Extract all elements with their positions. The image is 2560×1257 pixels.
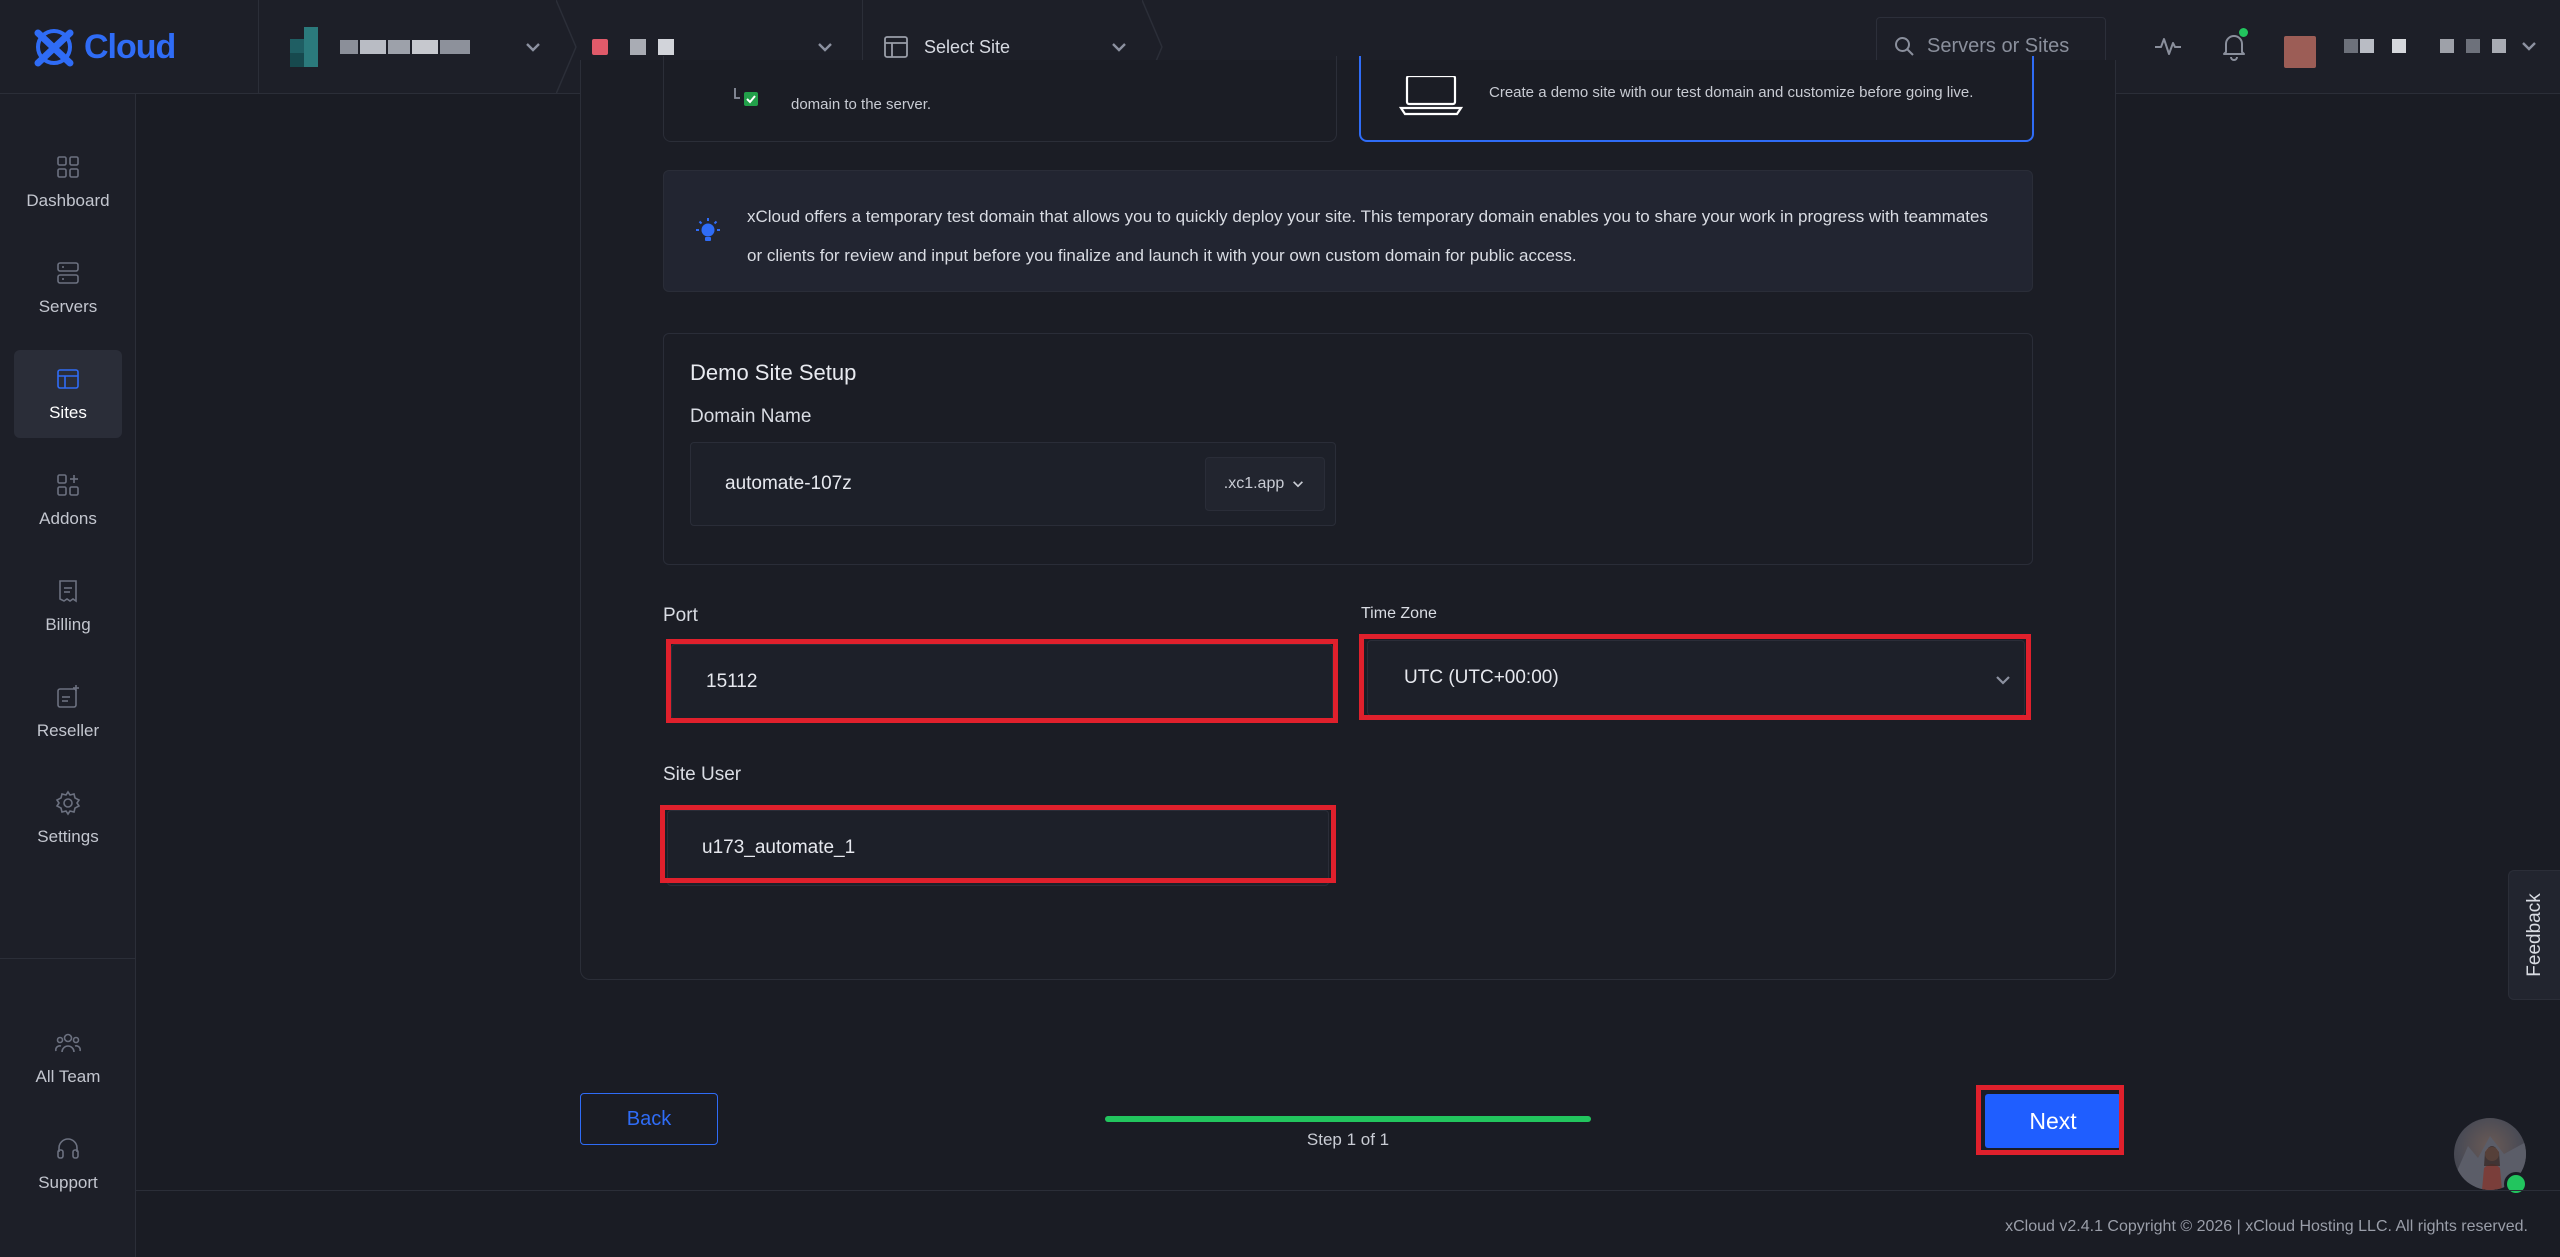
brand-name: Cloud xyxy=(84,27,176,66)
activity-pulse-icon xyxy=(2155,38,2181,55)
chevron-down-icon xyxy=(526,43,540,52)
demo-site-setup-section: Demo Site Setup Domain Name .xc1.app xyxy=(663,333,2033,565)
sidebar-item-all-team[interactable]: All Team xyxy=(14,1014,122,1102)
divider xyxy=(258,0,259,94)
sidebar-item-label: Support xyxy=(38,1173,98,1192)
chevron-down-icon xyxy=(2522,42,2536,51)
sidebar-item-addons[interactable]: Addons xyxy=(14,456,122,544)
back-button[interactable]: Back xyxy=(580,1093,718,1145)
chevron-down-icon xyxy=(1112,43,1126,52)
sidebar-item-label: Settings xyxy=(37,827,99,846)
time-zone-select[interactable]: UTC (UTC+00:00) xyxy=(1367,640,2025,716)
port-label: Port xyxy=(663,605,698,626)
domain-name-label: Domain Name xyxy=(690,406,812,427)
search-icon xyxy=(1895,37,1914,56)
sidebar-item-reseller[interactable]: Reseller xyxy=(14,668,122,756)
port-field xyxy=(671,644,1333,720)
server-selector[interactable] xyxy=(290,0,550,94)
dashboard-icon xyxy=(57,156,79,178)
team-icon xyxy=(55,1033,81,1053)
section-title: Demo Site Setup xyxy=(690,360,857,385)
progress-fill xyxy=(1105,1116,1591,1122)
sidebar-item-label: Servers xyxy=(38,297,98,316)
user-menu-redacted[interactable] xyxy=(2344,36,2540,56)
sidebar: Dashboard Servers Sites Addons Billing R… xyxy=(0,94,136,1257)
sidebar-item-label: Billing xyxy=(45,615,91,634)
option-card-demo-site[interactable]: Create a demo site with our test domain … xyxy=(1359,56,2034,142)
servers-icon xyxy=(57,262,79,284)
sidebar-item-label: Dashboard xyxy=(26,191,110,210)
copyright-text: xCloud v2.4.1 Copyright © 2026 | xCloud … xyxy=(2005,1218,2528,1235)
chevron-down-icon xyxy=(1996,676,2010,685)
addons-icon xyxy=(57,474,79,496)
site-user-label: Site User xyxy=(663,764,742,785)
sidebar-item-label: All Team xyxy=(35,1067,101,1086)
option-description: domain to the server. xyxy=(791,96,932,113)
tld-dropdown[interactable]: .xc1.app xyxy=(1205,457,1325,511)
gear-icon xyxy=(55,790,81,816)
domain-name-input[interactable] xyxy=(691,443,1191,525)
info-banner: xCloud offers a temporary test domain th… xyxy=(663,170,2033,292)
option-description: Create a demo site with our test domain … xyxy=(1489,84,1974,101)
activity-button[interactable] xyxy=(2152,30,2184,62)
sidebar-item-label: Sites xyxy=(49,403,87,422)
sidebar-item-sites[interactable]: Sites xyxy=(14,350,122,438)
sidebar-divider xyxy=(0,958,136,959)
xcloud-logo[interactable]: Cloud xyxy=(30,18,180,76)
site-user-field xyxy=(667,810,1329,886)
time-zone-label: Time Zone xyxy=(1361,605,1437,622)
server-name-redacted xyxy=(340,40,470,54)
domain-name-field: .xc1.app xyxy=(690,442,1336,526)
info-text: xCloud offers a temporary test domain th… xyxy=(747,207,1988,265)
time-zone-value: UTC (UTC+00:00) xyxy=(1404,667,1559,688)
user-avatar[interactable] xyxy=(2284,36,2316,68)
headset-icon xyxy=(57,1138,79,1159)
chevron-down-icon xyxy=(818,43,832,52)
notification-dot xyxy=(2239,28,2248,37)
tld-value: .xc1.app xyxy=(1223,475,1285,492)
site-user-input[interactable] xyxy=(668,811,1328,885)
sidebar-item-settings[interactable]: Settings xyxy=(14,774,122,862)
reseller-icon xyxy=(57,685,79,708)
sites-icon xyxy=(57,369,79,389)
search-input[interactable] xyxy=(1927,34,2107,58)
notifications-button[interactable] xyxy=(2218,28,2250,62)
server-icon xyxy=(290,27,322,67)
progress-bar xyxy=(1105,1116,1591,1122)
domain-check-icon xyxy=(734,88,758,106)
logo-icon xyxy=(34,29,74,67)
port-input[interactable] xyxy=(672,645,1332,719)
sidebar-item-support[interactable]: Support xyxy=(14,1120,122,1208)
step-indicator: Step 1 of 1 xyxy=(1306,1130,1390,1149)
sidebar-item-billing[interactable]: Billing xyxy=(14,562,122,650)
sidebar-item-label: Reseller xyxy=(36,721,100,740)
site-name-redacted xyxy=(630,39,674,55)
sidebar-item-label: Addons xyxy=(39,509,97,528)
sidebar-item-dashboard[interactable]: Dashboard xyxy=(14,138,122,226)
site-color-icon xyxy=(592,39,608,55)
select-site-label: Select Site xyxy=(924,36,1011,57)
chevron-down-icon xyxy=(1293,481,1304,488)
lightbulb-icon xyxy=(696,218,720,241)
sidebar-item-servers[interactable]: Servers xyxy=(14,244,122,332)
billing-icon xyxy=(59,580,77,603)
breadcrumb-separator xyxy=(556,0,577,94)
online-status-dot xyxy=(2504,1172,2528,1196)
footer-divider xyxy=(136,1190,2560,1191)
next-button[interactable]: Next xyxy=(1985,1094,2121,1148)
laptop-icon xyxy=(1399,76,1463,116)
feedback-label: Feedback xyxy=(2523,893,2545,977)
feedback-tab[interactable]: Feedback xyxy=(2508,870,2560,1000)
option-card-own-domain[interactable]: domain to the server. xyxy=(663,56,1337,142)
